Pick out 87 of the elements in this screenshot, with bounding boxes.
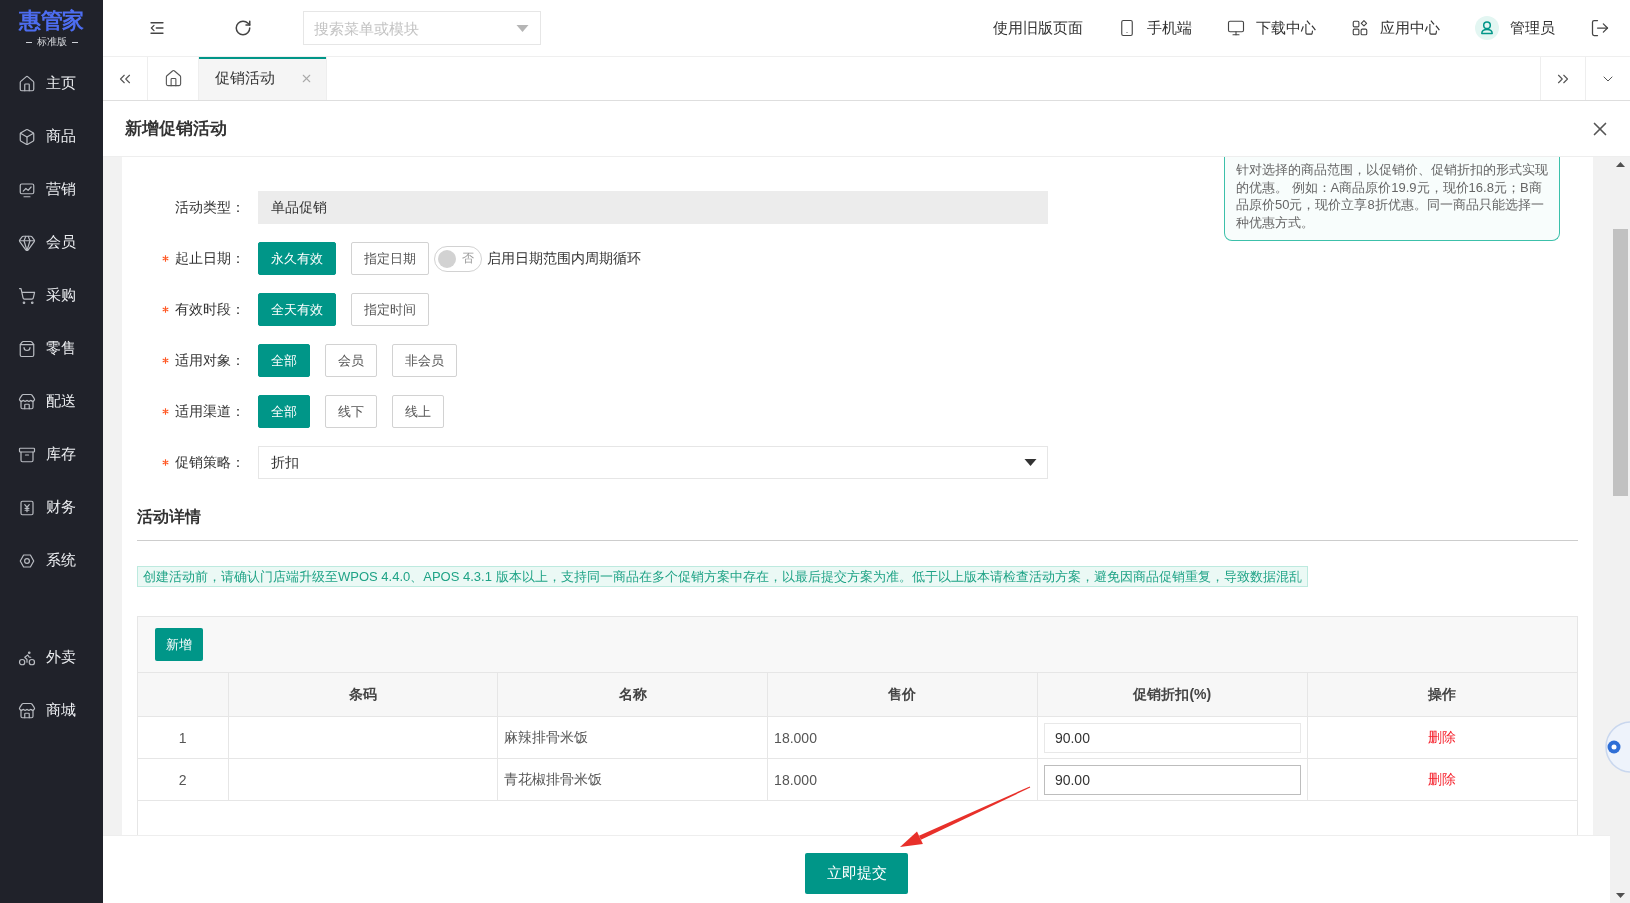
- store-icon: [18, 701, 36, 720]
- chart-monitor-icon: [18, 180, 36, 199]
- caret-down-icon: [1024, 459, 1037, 466]
- header-link[interactable]: 应用中心: [1351, 18, 1440, 38]
- sidebar-item[interactable]: 财务: [0, 481, 103, 534]
- refresh-icon[interactable]: [234, 19, 252, 37]
- store-icon: [18, 392, 36, 411]
- header-link[interactable]: 使用旧版页面: [993, 18, 1083, 38]
- sidebar-item[interactable]: 零售: [0, 322, 103, 375]
- hexagon-icon: [18, 551, 36, 570]
- switch-knob: [438, 249, 456, 268]
- option-button[interactable]: 全部: [258, 395, 310, 428]
- sidebar-item[interactable]: 库存: [0, 428, 103, 481]
- archive-box-icon: [18, 445, 36, 464]
- table-cell: 18.000: [767, 716, 1038, 759]
- form-label: 适用渠道：: [175, 402, 245, 421]
- header-link[interactable]: 管理员: [1475, 16, 1555, 40]
- search-field[interactable]: 搜索菜单或模块: [303, 11, 541, 45]
- form-label: 有效时段：: [175, 300, 245, 319]
- tip-box: 针对选择的商品范围，以促销价、促销折扣的形式实现的优惠。 例如：A商品原价19.9元，现价16.8元；B商品原价50元，现价立享8折优惠。同一商品只能选择一种优惠方式。: [1224, 157, 1560, 241]
- sidebar-item[interactable]: 营销: [0, 163, 103, 216]
- column-header: 名称: [497, 672, 768, 717]
- menu-fold-icon[interactable]: [148, 19, 166, 37]
- column-header: 售价: [767, 672, 1038, 717]
- house-icon: [163, 69, 183, 88]
- option-button[interactable]: 线下: [325, 395, 377, 428]
- column-header: 促销折扣(%): [1037, 672, 1308, 717]
- header-link[interactable]: 下载中心: [1227, 18, 1316, 38]
- apps-icon: [1351, 19, 1369, 37]
- discount-input[interactable]: 90.00: [1043, 722, 1301, 753]
- select-field[interactable]: 折扣: [258, 446, 1048, 479]
- delete-link[interactable]: 删除: [1428, 728, 1457, 745]
- sidebar-item[interactable]: 商品: [0, 110, 103, 163]
- option-button[interactable]: 全部: [258, 344, 310, 377]
- add-button[interactable]: 新增: [155, 628, 203, 661]
- option-button[interactable]: 会员: [325, 344, 377, 377]
- column-header: 操作: [1307, 672, 1577, 717]
- notice-banner: 创建活动前，请确认门店端升级至WPOS 4.4.0、APOS 4.3.1 版本以上，支持同一商品在多个促销方案中存在，以最后提交方案为准。低于以上版本请检查活动方案，避免因商品促销重复，导致数据混乱: [137, 566, 1308, 587]
- section-title: 活动详情: [137, 505, 1578, 541]
- monitor-icon: [1227, 19, 1245, 37]
- user-avatar-icon: [1475, 16, 1499, 40]
- option-button[interactable]: 指定日期: [351, 242, 429, 275]
- sidebar-item[interactable]: 采购: [0, 269, 103, 322]
- logout-icon[interactable]: [1590, 18, 1610, 38]
- row-number: 1: [138, 716, 228, 759]
- option-button[interactable]: 指定时间: [351, 293, 429, 326]
- gem-icon: [18, 233, 36, 252]
- sidebar-item[interactable]: 商城: [0, 684, 103, 737]
- logo-text: 惠管家: [19, 9, 84, 33]
- delete-link[interactable]: 删除: [1428, 770, 1457, 787]
- option-button[interactable]: 全天有效: [258, 293, 336, 326]
- row-number: 2: [138, 758, 228, 801]
- page-tab[interactable]: 促销活动: [199, 57, 327, 100]
- sidebar-item[interactable]: 会员: [0, 216, 103, 269]
- readonly-field[interactable]: 单品促销: [258, 191, 1048, 224]
- sidebar-item[interactable]: 主页: [0, 57, 103, 110]
- form-label: 适用对象：: [175, 351, 245, 370]
- edition-label: 标准版: [36, 36, 67, 48]
- phone-icon: [1118, 19, 1136, 37]
- home-tab[interactable]: [148, 57, 199, 100]
- form-label: 活动类型：: [175, 198, 245, 217]
- option-button[interactable]: 非会员: [392, 344, 457, 377]
- scrollbar[interactable]: [1610, 157, 1630, 903]
- header-link[interactable]: 手机端: [1118, 18, 1192, 38]
- scroll-up-icon[interactable]: [1615, 162, 1625, 167]
- sidebar-item[interactable]: 配送: [0, 375, 103, 428]
- cart-icon: [18, 286, 36, 305]
- option-button[interactable]: 线上: [392, 395, 444, 428]
- cube-icon: [18, 127, 36, 146]
- bicycle-icon: [18, 648, 36, 667]
- form-label: 促销策略：: [175, 453, 245, 472]
- modal-title: 新增促销活动: [125, 118, 227, 140]
- switch-caption: 启用日期范围内周期循环: [487, 249, 641, 268]
- form-label: 起止日期：: [175, 249, 245, 268]
- table-cell: 麻辣排骨米饭: [497, 716, 768, 759]
- column-header: 条码: [228, 672, 498, 717]
- bag-icon: [18, 339, 36, 358]
- yen-icon: [18, 498, 36, 517]
- discount-input[interactable]: 90.00: [1043, 764, 1301, 795]
- table-cell: 青花椒排骨米饭: [497, 758, 768, 801]
- sidebar-item[interactable]: 系统: [0, 534, 103, 587]
- scrollbar-thumb[interactable]: [1612, 229, 1628, 496]
- sidebar-item[interactable]: 外卖: [0, 631, 103, 684]
- scroll-down-icon[interactable]: [1615, 893, 1625, 898]
- house-icon: [18, 74, 36, 93]
- option-button[interactable]: 永久有效: [258, 242, 336, 275]
- submit-button[interactable]: 立即提交: [805, 853, 908, 894]
